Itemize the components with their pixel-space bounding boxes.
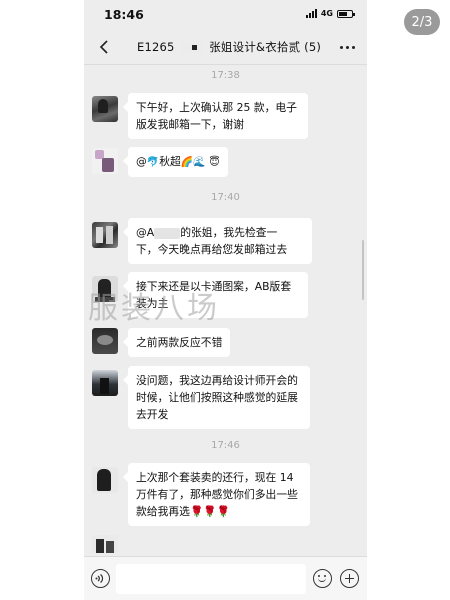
message-bubble[interactable]: 上次那个套装卖的还行，现在 14 万件有了，那种感觉你们多出一些 款给我再选🌹🌹…: [123, 463, 310, 526]
chat-header: E1265 张姐设计&衣拾贰 (5): [84, 30, 367, 64]
message-text: 装为主: [136, 297, 169, 310]
timestamp: 17:40: [211, 192, 240, 203]
avatar[interactable]: [92, 276, 118, 302]
mention-prefix: @: [136, 155, 147, 168]
message-text: 款给我再选🌹🌹🌹: [136, 505, 231, 518]
emoji-icon[interactable]: [313, 569, 332, 588]
message-text: 版发我邮箱一下，谢谢: [136, 118, 244, 131]
rainbow-emoji: 🌈🌊: [180, 157, 206, 168]
avatar[interactable]: [92, 328, 118, 354]
mention-text: @A: [136, 226, 155, 239]
message-text: 之前两款反应不错: [136, 336, 223, 349]
message-bubble[interactable]: 下午好，上次确认那 25 款，电子 版发我邮箱一下，谢谢: [123, 93, 308, 139]
redaction-mark: [154, 227, 181, 239]
scrollbar[interactable]: [362, 240, 364, 300]
voice-icon[interactable]: [91, 569, 110, 588]
battery-icon: [337, 9, 355, 18]
chevron-left-icon[interactable]: [94, 37, 114, 57]
avatar[interactable]: [92, 535, 118, 553]
message-text: 下午好，上次确认那 25 款，电子: [136, 101, 297, 114]
message-bubble[interactable]: 没问题，我这边再给设计师开会的 时候，让他们按照这种感觉的延展 去开发: [123, 366, 310, 429]
timestamp: 17:38: [211, 70, 240, 81]
message-text: 上次那个套装卖的还行，现在 14: [136, 471, 294, 484]
message-text: 万件有了，那种感觉你们多出一些: [136, 488, 298, 501]
timestamp: 17:46: [211, 440, 240, 451]
avatar[interactable]: [92, 467, 118, 493]
message-bubble[interactable]: @A 的张姐，我先检查一 下，今天晚点再给您发邮箱过去: [123, 218, 312, 264]
input-bar: [84, 556, 367, 600]
message-text: 下，今天晚点再给您发邮箱过去: [136, 243, 288, 256]
message-text: 去开发: [136, 408, 169, 421]
message-bubble[interactable]: 接下来还是以卡通图案，AB版套 装为主: [123, 272, 308, 318]
network-label: 4G: [320, 9, 333, 18]
plus-icon[interactable]: [340, 569, 359, 588]
message-input[interactable]: [116, 564, 306, 594]
message-bubble[interactable]: @🐬秋超🌈🌊 😇: [123, 147, 228, 177]
avatar[interactable]: [92, 148, 118, 174]
redaction-mark: [180, 42, 204, 53]
page-counter: 2/3: [404, 9, 440, 35]
more-icon[interactable]: [337, 40, 357, 54]
message-bubble[interactable]: 之前两款反应不错: [122, 328, 231, 357]
avatar[interactable]: [92, 370, 118, 396]
mention-name: 秋超: [159, 155, 181, 168]
avatar[interactable]: [92, 222, 118, 248]
message-text: 的张姐，我先检查一: [180, 226, 278, 239]
status-indicators: 4G: [305, 9, 355, 18]
message-text: 没问题，我这边再给设计师开会的: [136, 374, 298, 387]
header-divider: [84, 64, 367, 65]
dolphin-emoji: 🐬: [146, 157, 160, 168]
avatar[interactable]: [92, 96, 118, 122]
status-bar: 18:46 4G: [84, 0, 367, 30]
message-text: 接下来还是以卡通图案，AB版套: [136, 280, 292, 293]
smile-emoji: 😇: [209, 157, 220, 168]
message-text: 时候，让他们按照这种感觉的延展: [136, 391, 298, 404]
status-time: 18:46: [104, 7, 144, 22]
chat-title: E1265 张姐设计&衣拾贰 (5): [137, 40, 322, 54]
chat-screen: 18:46 4G E1265 张姐设计&衣拾贰 (5) 17:38 下午好，上次…: [84, 0, 367, 600]
signal-icon: [305, 9, 317, 18]
